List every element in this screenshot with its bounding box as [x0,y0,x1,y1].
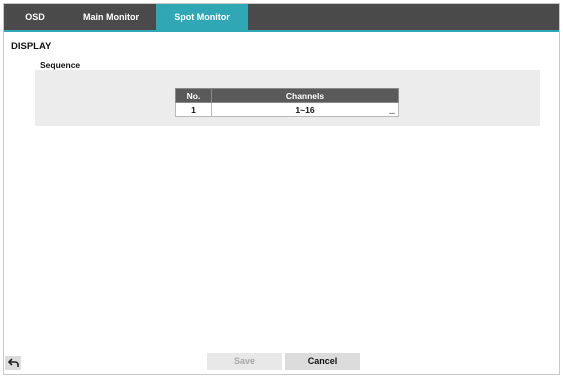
cancel-button[interactable]: Cancel [285,353,360,370]
tab-spot-monitor[interactable]: Spot Monitor [156,4,248,30]
table-row[interactable]: 1 1~16 ... [175,102,399,117]
back-arrow-icon [7,358,19,367]
save-button[interactable]: Save [207,353,282,370]
tab-bar: OSD Main Monitor Spot Monitor [4,4,559,32]
tab-osd[interactable]: OSD [4,4,66,30]
channels-cell[interactable]: 1~16 ... [211,102,399,117]
sequence-table: No. Channels 1 1~16 ... [175,88,399,117]
sequence-panel: No. Channels 1 1~16 ... [35,70,540,126]
section-title: DISPLAY [11,41,52,52]
sequence-title: Sequence [40,60,81,70]
row-number-cell: 1 [175,102,212,117]
tab-main-monitor[interactable]: Main Monitor [66,4,156,30]
back-button[interactable] [5,356,21,370]
settings-window: OSD Main Monitor Spot Monitor DISPLAY Se… [3,3,560,375]
more-button[interactable]: ... [389,109,395,116]
column-header-channels: Channels [211,88,399,103]
table-header-row: No. Channels [175,88,399,103]
channels-value: 1~16 [295,104,315,115]
column-header-no: No. [175,88,212,103]
